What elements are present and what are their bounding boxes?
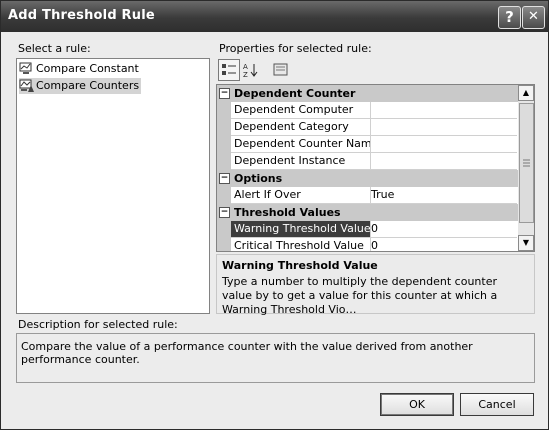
property-pages-icon[interactable] [270, 59, 292, 81]
property-help-pane: Warning Threshold Value Type a number to… [216, 254, 535, 316]
category-threshold-values[interactable]: − Threshold Values [217, 204, 518, 221]
rule-item-compare-counters[interactable]: Compare Counters [19, 78, 142, 94]
categorized-sort-icon[interactable] [218, 59, 240, 81]
property-row-dependent-category[interactable]: Dependent Category [217, 119, 518, 136]
property-value[interactable] [368, 119, 517, 136]
property-value[interactable]: True [368, 187, 517, 204]
window-title: Add Threshold Rule [8, 8, 155, 23]
help-description: Type a number to multiply the dependent … [222, 275, 498, 316]
title-bar[interactable]: Add Threshold Rule ? ✕ [1, 1, 548, 32]
collapse-toggle-icon[interactable]: − [219, 207, 230, 218]
property-value[interactable] [368, 153, 517, 170]
help-button[interactable]: ? [498, 6, 521, 29]
rule-list[interactable]: Compare Constant Compare Counters [16, 58, 210, 314]
property-name: Warning Threshold Value [231, 221, 371, 238]
rule-label: Compare Constant [36, 62, 139, 75]
property-name: Dependent Category [231, 119, 371, 136]
property-row-dependent-instance[interactable]: Dependent Instance [217, 153, 518, 170]
property-row-dependent-computer[interactable]: Dependent Computer [217, 102, 518, 119]
rule-item-compare-constant[interactable]: Compare Constant [19, 61, 141, 77]
property-name: Dependent Computer [231, 102, 371, 119]
compare-constant-rule-icon [19, 62, 34, 76]
svg-text:Z: Z [243, 71, 248, 78]
description-label: Description for selected rule: [18, 318, 178, 331]
scroll-thumb[interactable] [519, 103, 534, 223]
property-name: Alert If Over [231, 187, 371, 204]
category-dependent-counter[interactable]: − Dependent Counter [217, 85, 518, 102]
help-title: Warning Threshold Value [222, 259, 378, 272]
property-row-warning-threshold-value[interactable]: Warning Threshold Value 0 [217, 221, 518, 238]
collapse-toggle-icon[interactable]: − [219, 173, 230, 184]
property-name: Critical Threshold Value [231, 238, 371, 251]
ok-button[interactable]: OK [380, 393, 454, 416]
property-value[interactable]: 0 [368, 221, 517, 238]
property-name: Dependent Counter Name [231, 136, 371, 153]
scroll-down-icon[interactable]: ▼ [518, 235, 534, 251]
description-text: Compare the value of a performance count… [21, 340, 473, 366]
category-options[interactable]: − Options [217, 170, 518, 187]
property-toolbar: A Z [218, 59, 290, 81]
scroll-up-icon[interactable]: ▲ [518, 85, 534, 101]
properties-label: Properties for selected rule: [219, 42, 372, 55]
rule-label: Compare Counters [36, 79, 140, 92]
svg-text:A: A [243, 63, 248, 71]
property-row-alert-if-over[interactable]: Alert If Over True [217, 187, 518, 204]
collapse-toggle-icon[interactable]: − [219, 88, 230, 99]
property-value[interactable]: 0 [368, 238, 517, 251]
add-threshold-rule-dialog: Add Threshold Rule ? ✕ Select a rule: Co… [0, 0, 549, 430]
property-grid[interactable]: − Dependent Counter Dependent Computer D… [216, 84, 535, 252]
property-name: Dependent Instance [231, 153, 371, 170]
cancel-button[interactable]: Cancel [460, 393, 534, 416]
alphabetical-sort-icon[interactable]: A Z [240, 59, 262, 81]
description-box: Compare the value of a performance count… [16, 333, 535, 383]
property-value[interactable] [368, 136, 517, 153]
select-rule-label: Select a rule: [18, 42, 91, 55]
close-button[interactable]: ✕ [522, 6, 545, 29]
compare-counters-rule-icon [19, 79, 34, 93]
property-value[interactable] [368, 102, 517, 119]
property-row-dependent-counter-name[interactable]: Dependent Counter Name [217, 136, 518, 153]
property-row-critical-threshold-value[interactable]: Critical Threshold Value 0 [217, 238, 518, 251]
vertical-scrollbar[interactable]: ▲ ▼ [518, 85, 534, 251]
